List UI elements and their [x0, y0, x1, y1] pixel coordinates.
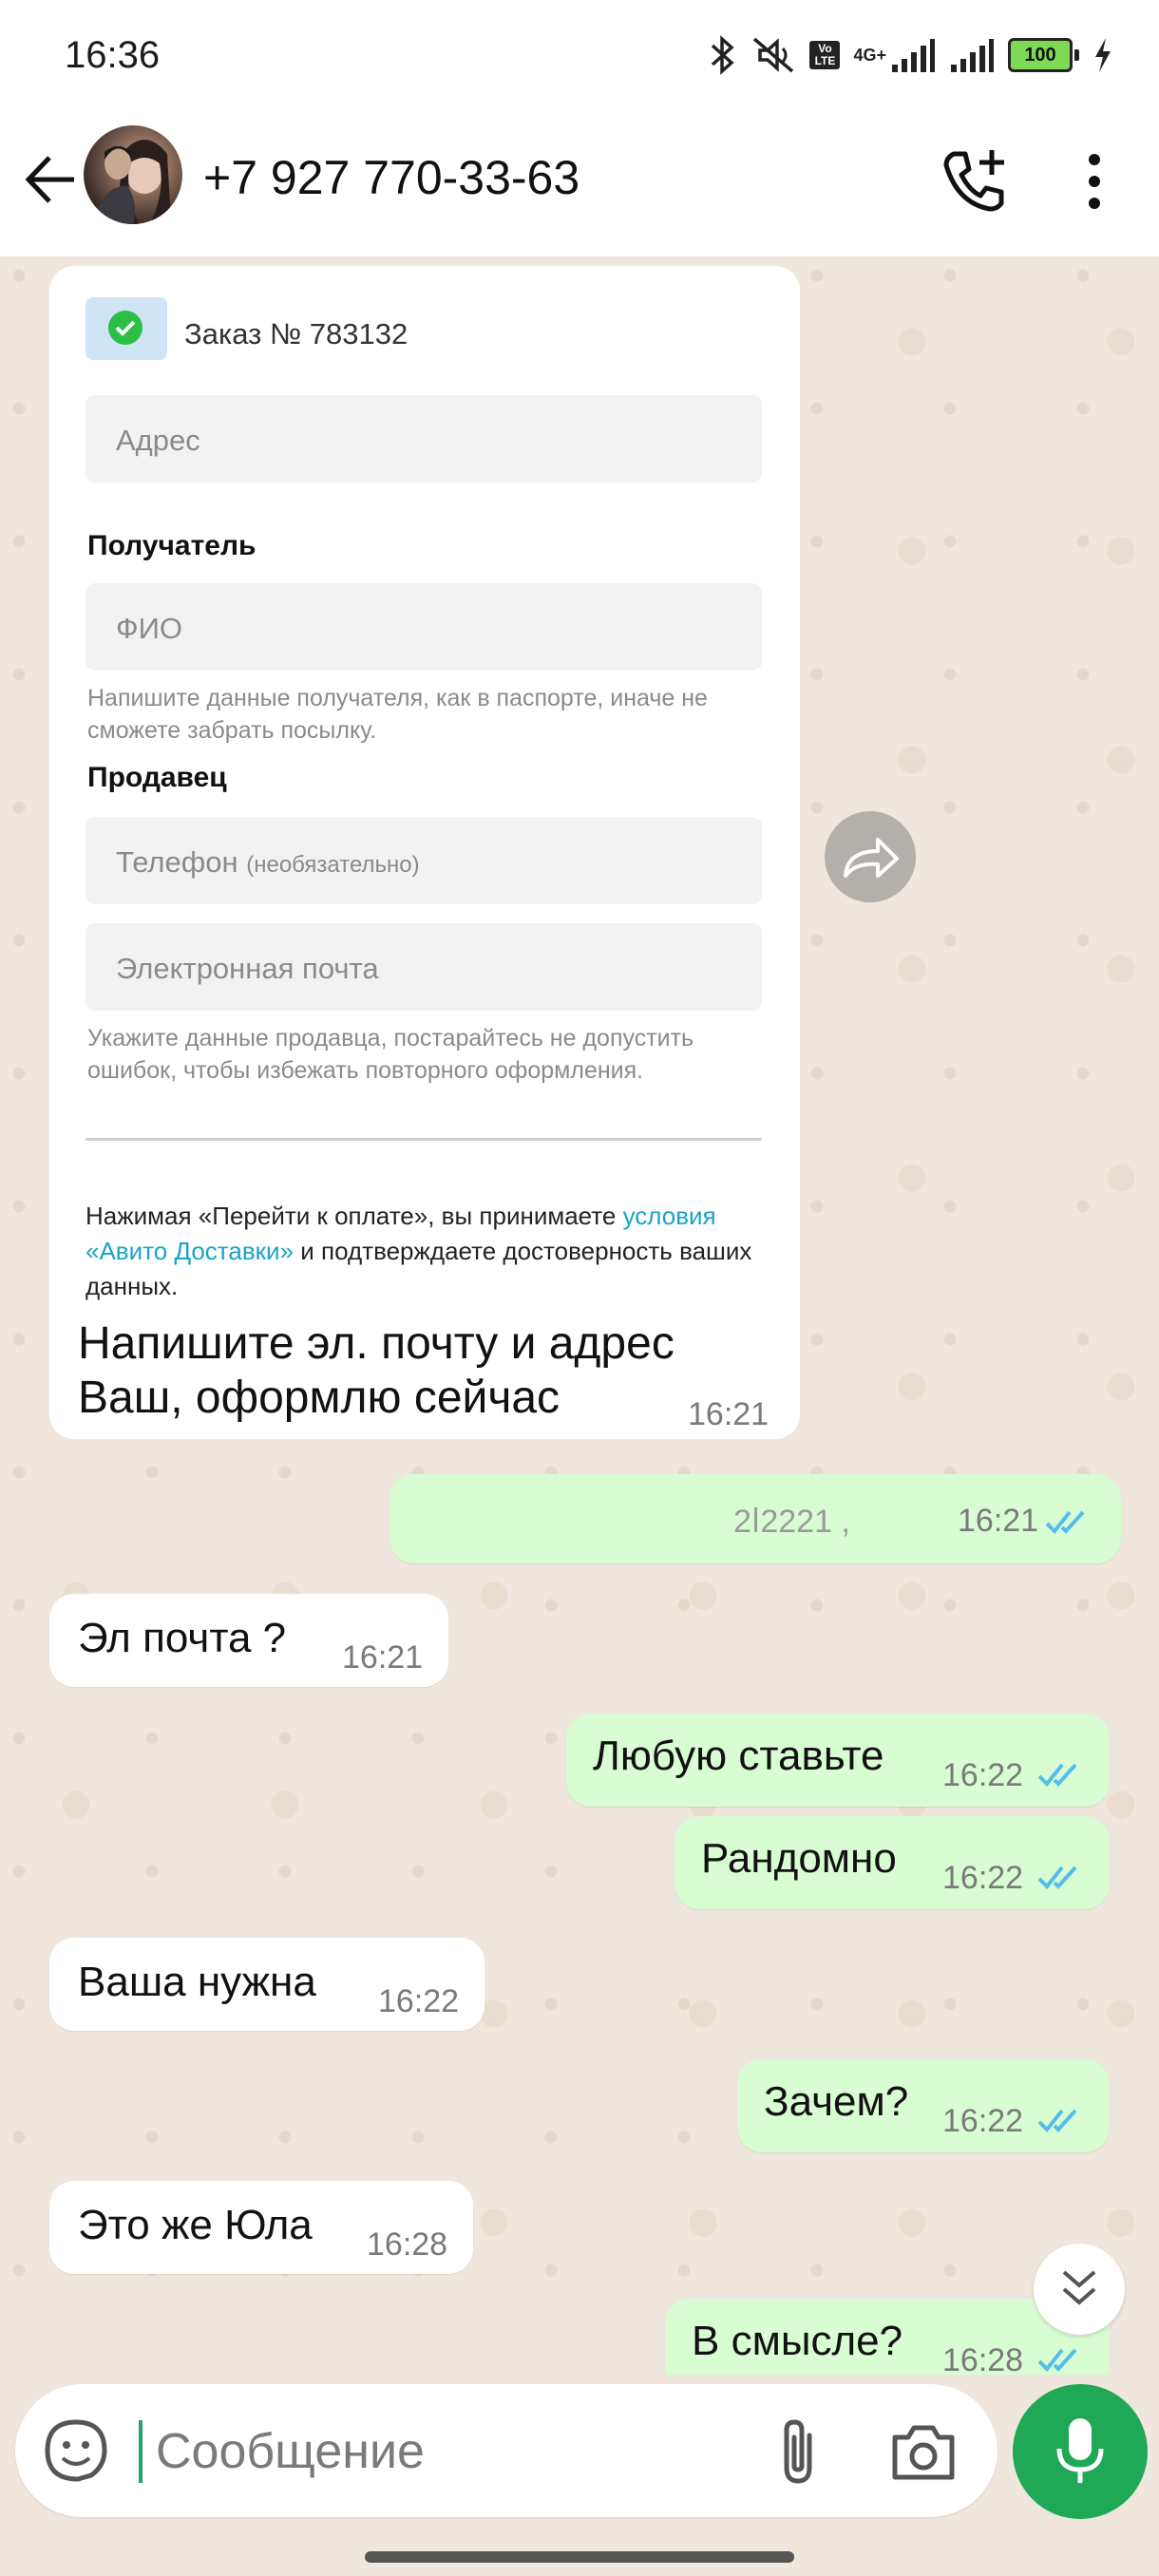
- status-bar: 16:36 Vo LTE 4G+ 100: [0, 0, 1159, 114]
- signal-icon: [892, 39, 935, 72]
- read-ticks-icon: [1037, 2348, 1077, 2372]
- status-time: 16:36: [65, 34, 161, 76]
- message-text: Эл почта ?: [78, 1615, 287, 1661]
- message-time: 16:22: [942, 2103, 1024, 2139]
- message-bubble-incoming[interactable]: Ваша нужна 16:22: [49, 1938, 484, 2031]
- message-caption: Напишите эл. почту и адрес Ваш, оформлю …: [78, 1318, 674, 1423]
- seller-hint: Укажите данные продавца, постарайтесь не…: [87, 1025, 694, 1084]
- add-call-icon[interactable]: [940, 146, 1007, 213]
- message-text: Зачем?: [764, 2078, 909, 2125]
- message-time: 16:21: [958, 1503, 1039, 1539]
- recipient-hint: Напишите данные получателя, как в паспор…: [87, 685, 708, 744]
- more-options-icon[interactable]: [1075, 148, 1113, 215]
- mic-icon: [1056, 2418, 1104, 2483]
- forward-button[interactable]: [825, 811, 916, 902]
- message-composer: [15, 2384, 998, 2517]
- email-field: Электронная почта: [86, 923, 762, 1011]
- legal-text: Нажимая «Перейти к оплате», вы принимает…: [86, 1202, 752, 1300]
- message-text: Это же Юла: [78, 2202, 313, 2248]
- message-time: 16:22: [942, 1757, 1024, 1793]
- recipient-heading: Получатель: [87, 530, 256, 561]
- avatar[interactable]: [84, 125, 182, 224]
- message-text: Ваша нужна: [78, 1959, 316, 2005]
- read-ticks-icon: [1037, 1866, 1077, 1889]
- scroll-down-button[interactable]: [1034, 2244, 1125, 2335]
- mute-icon: [753, 37, 794, 73]
- name-field: ФИО: [86, 583, 762, 671]
- address-field: Адрес: [86, 395, 762, 483]
- chat-area[interactable]: Заказ № 783132 Адрес Получатель ФИО Напи…: [0, 256, 1159, 2375]
- message-bubble-incoming[interactable]: Это же Юла 16:28: [49, 2181, 473, 2274]
- message-bubble-outgoing[interactable]: 2ⅼ2221 , 16:21: [390, 1474, 1121, 1563]
- back-icon[interactable]: [21, 150, 80, 209]
- message-time: 16:21: [688, 1396, 770, 1432]
- message-bubble-outgoing[interactable]: Любую ставьте 16:22: [566, 1714, 1110, 1807]
- network-label: 4G+: [853, 45, 886, 65]
- charging-icon: [1095, 38, 1111, 72]
- message-text: 2ⅼ2221 ,: [733, 1504, 850, 1540]
- message-time: 16:28: [367, 2226, 448, 2263]
- message-text: Любую ставьте: [593, 1733, 884, 1779]
- read-ticks-icon: [1045, 1510, 1085, 1534]
- home-indicator[interactable]: [365, 2551, 794, 2563]
- forward-icon: [844, 838, 899, 878]
- message-bubble-outgoing[interactable]: Рандомно 16:22: [674, 1816, 1110, 1909]
- message-text: Рандомно: [701, 1835, 897, 1882]
- image-message[interactable]: Заказ № 783132 Адрес Получатель ФИО Напи…: [49, 266, 800, 1439]
- contact-name[interactable]: +7 927 770-33-63: [203, 150, 580, 205]
- phone-placeholder: Телефон (необязательно): [116, 845, 420, 879]
- attach-icon[interactable]: [766, 2416, 832, 2487]
- scroll-down-icon: [1062, 2270, 1096, 2305]
- seller-heading: Продавец: [87, 762, 227, 793]
- message-time: 16:22: [942, 1860, 1024, 1896]
- email-placeholder: Электронная почта: [116, 952, 379, 985]
- order-status: [86, 297, 167, 360]
- message-text: В смысле?: [692, 2318, 903, 2364]
- message-time: 16:28: [942, 2342, 1024, 2375]
- message-bubble-incoming[interactable]: Эл почта ? 16:21: [49, 1594, 448, 1687]
- divider: [86, 1138, 762, 1141]
- camera-icon[interactable]: [889, 2420, 958, 2483]
- bluetooth-icon: [712, 35, 735, 75]
- order-title: Заказ № 783132: [184, 317, 408, 350]
- phone-optional-label: (необязательно): [246, 852, 420, 878]
- address-placeholder: Адрес: [116, 424, 200, 457]
- status-icons: Vo LTE 4G+ 100: [709, 28, 1113, 82]
- battery-icon: 100: [1008, 38, 1079, 72]
- read-ticks-icon: [1037, 2109, 1077, 2132]
- emoji-icon[interactable]: [44, 2418, 108, 2483]
- text-cursor: [139, 2420, 142, 2483]
- read-ticks-icon: [1037, 1763, 1077, 1787]
- signal-icon: [951, 39, 994, 72]
- mic-button[interactable]: [1013, 2384, 1148, 2519]
- message-input[interactable]: [154, 2413, 747, 2491]
- phone-field: Телефон (необязательно): [86, 817, 762, 904]
- chat-header: +7 927 770-33-63: [0, 114, 1159, 256]
- battery-level: 100: [1008, 38, 1073, 72]
- message-time: 16:22: [378, 1983, 460, 2019]
- message-bubble-outgoing[interactable]: Зачем? 16:22: [737, 2059, 1110, 2152]
- volte-label: Vo LTE: [809, 41, 841, 69]
- name-placeholder: ФИО: [116, 612, 182, 645]
- message-time: 16:21: [342, 1639, 424, 1676]
- check-icon: [115, 320, 136, 336]
